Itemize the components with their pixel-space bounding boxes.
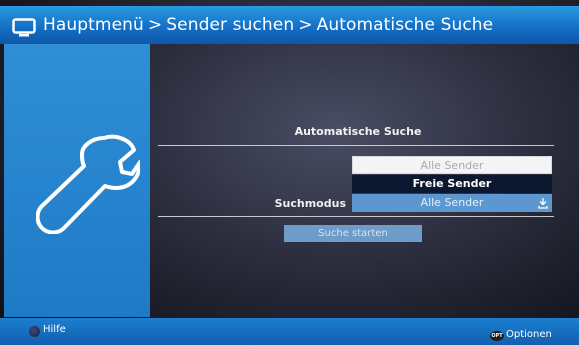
dropdown-current-value[interactable]: Alle Sender xyxy=(352,194,552,212)
section-heading: Automatische Suche xyxy=(294,125,422,138)
dropdown-option-all-channels[interactable]: Alle Sender xyxy=(352,156,552,174)
tv-icon xyxy=(12,18,36,37)
divider-bottom xyxy=(158,216,554,217)
side-panel xyxy=(4,44,150,317)
wrench-icon xyxy=(36,134,140,234)
dropdown-option-free-channels[interactable]: Freie Sender xyxy=(352,175,552,193)
download-arrow-icon xyxy=(538,198,548,209)
search-mode-dropdown[interactable]: Alle Sender Freie Sender Alle Sender xyxy=(352,154,552,214)
breadcrumb-separator: > xyxy=(298,15,313,35)
title-bar: Hauptmenü > Sender suchen > Automatische Suc… xyxy=(0,6,579,44)
breadcrumb-item-channel-search[interactable]: Sender suchen xyxy=(166,15,294,35)
breadcrumb: Hauptmenü > Sender suchen > Automatische Suc… xyxy=(43,15,493,35)
breadcrumb-item-main-menu[interactable]: Hauptmenü xyxy=(43,15,144,35)
blue-key-icon xyxy=(29,326,40,337)
dropdown-current-value-text: Alle Sender xyxy=(420,196,484,209)
breadcrumb-separator: > xyxy=(147,15,163,35)
search-mode-label: Suchmodus xyxy=(274,197,346,210)
breadcrumb-item-auto-search: Automatische Suche xyxy=(316,15,494,35)
tv-menu-screen: Hauptmenü > Sender suchen > Automatische Suc… xyxy=(0,0,579,345)
help-label[interactable]: Hilfe xyxy=(43,324,66,335)
start-search-button[interactable]: Suche starten xyxy=(284,225,422,242)
divider-top xyxy=(158,145,554,146)
opt-key-icon: OPT xyxy=(490,331,504,341)
options-label[interactable]: Optionen xyxy=(506,329,552,340)
